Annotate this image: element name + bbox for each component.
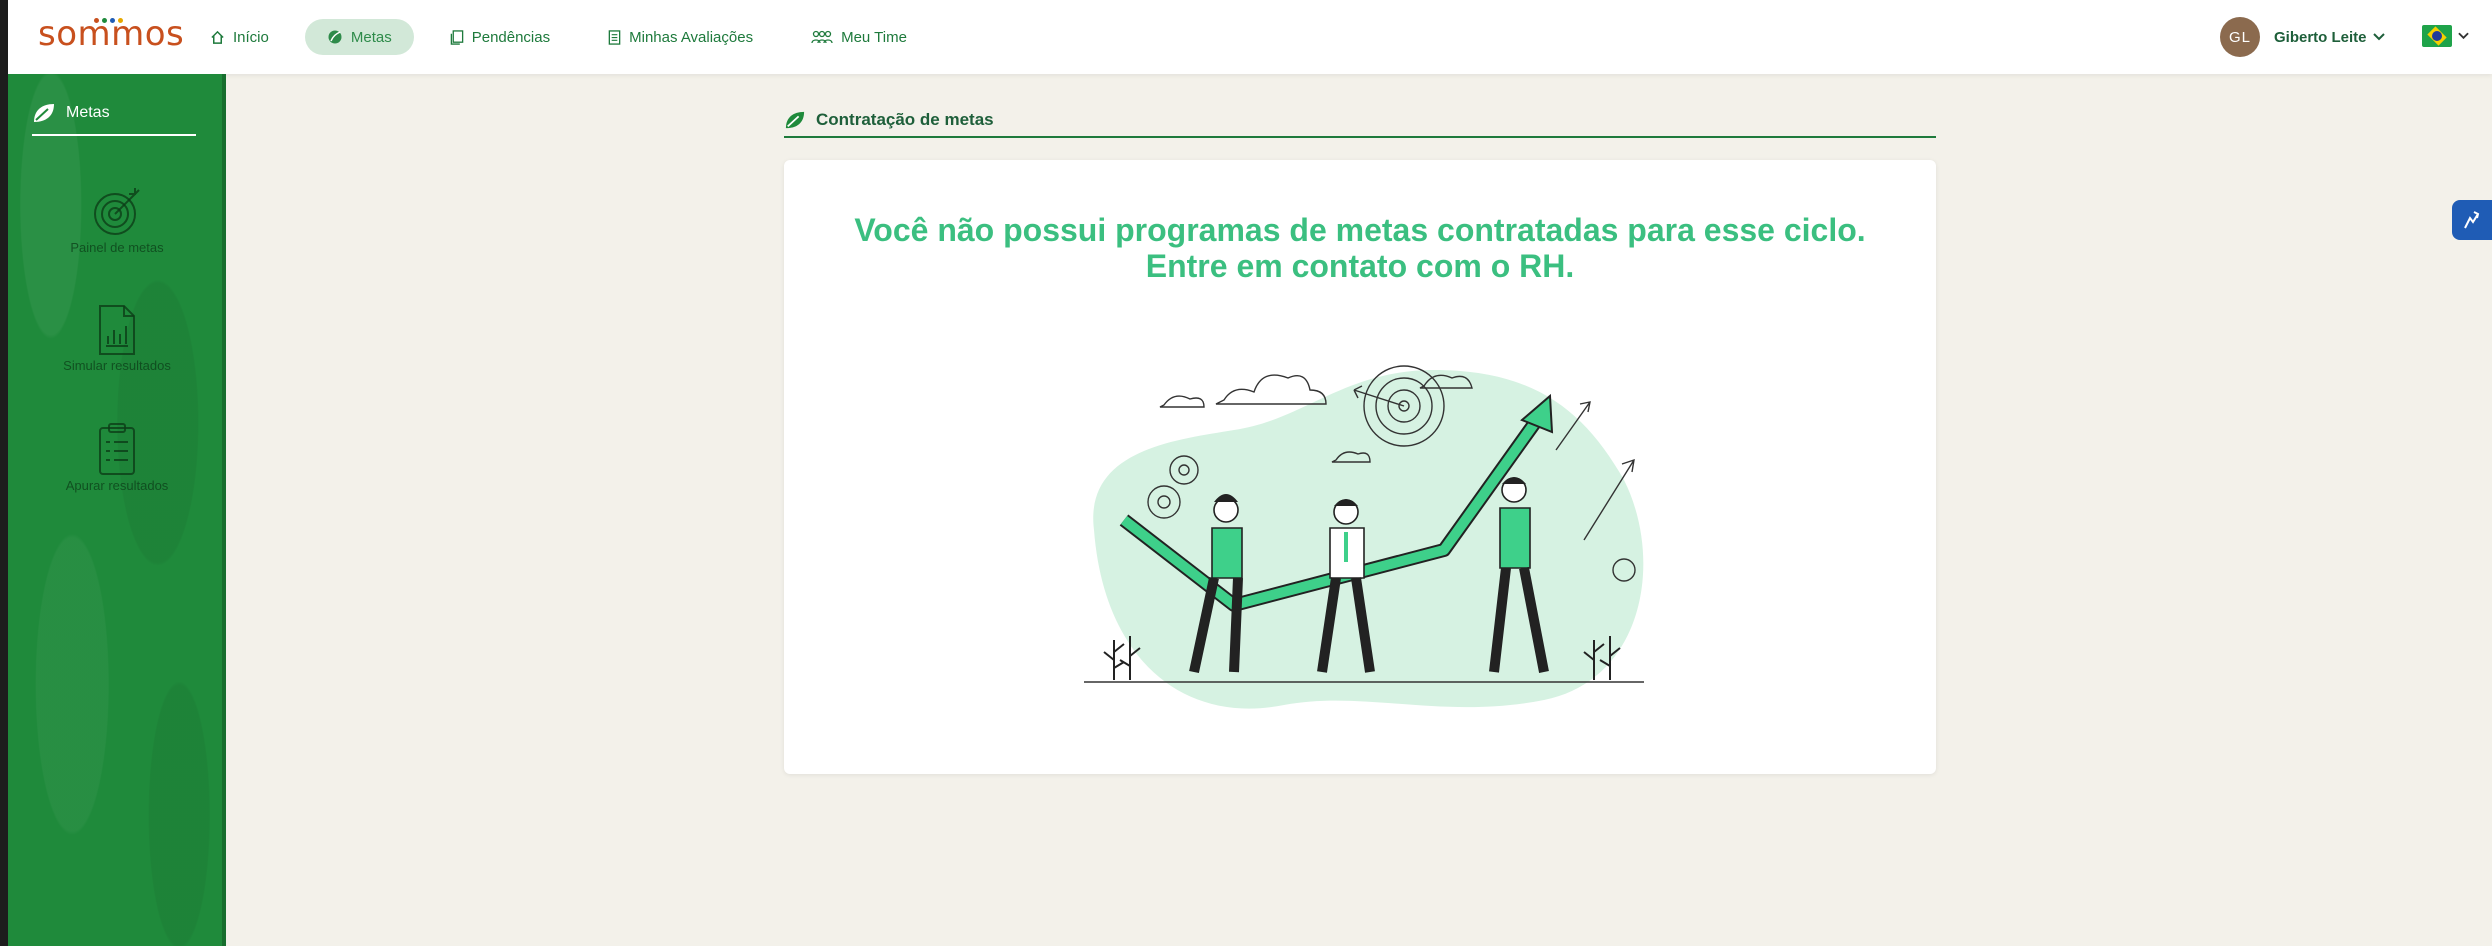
team-icon <box>811 30 833 44</box>
leaf-icon <box>34 104 54 122</box>
sidebar-item-label: Apurar resultados <box>65 478 169 493</box>
sidebar-item-simular-resultados[interactable]: Simular resultados <box>8 304 226 373</box>
documents-icon <box>450 29 463 45</box>
nav-item-minhas-avaliacoes[interactable]: Minhas Avaliações <box>586 19 775 55</box>
home-icon <box>211 30 224 44</box>
nav-item-label: Meu Time <box>841 28 907 46</box>
sign-language-icon <box>2464 211 2480 229</box>
window-left-edge <box>0 0 8 946</box>
leaf-target-icon <box>328 30 342 44</box>
section-title: Contratação de metas <box>816 110 994 129</box>
top-navbar: sommos Início Metas Pendências Minhas Av… <box>8 0 2492 74</box>
chevron-down-icon[interactable] <box>2372 33 2385 41</box>
user-menu[interactable]: GL Giberto Leite <box>2220 17 2385 57</box>
nav-item-inicio[interactable]: Início <box>188 19 291 55</box>
nav-item-metas[interactable]: Metas <box>304 19 414 55</box>
user-name[interactable]: Giberto Leite <box>2274 29 2367 46</box>
nav-item-label: Início <box>233 28 269 46</box>
nav-item-label: Metas <box>350 28 392 46</box>
avatar[interactable]: GL <box>2220 17 2260 57</box>
chevron-down-icon[interactable] <box>2458 32 2469 40</box>
logo-dots <box>92 18 132 26</box>
section-header: Contratação de metas <box>784 104 1936 138</box>
sidebar-title: Metas <box>66 104 110 121</box>
empty-state-card: Você não possui programas de metas contr… <box>784 160 1936 774</box>
nav-item-pendencias[interactable]: Pendências <box>428 19 572 55</box>
team-growth-illustration <box>1084 365 1644 709</box>
sidebar: Metas Painel de metas Simular resultados… <box>8 74 226 946</box>
sidebar-item-label: Simular resultados <box>63 358 171 373</box>
nav-item-label: Pendências <box>471 28 551 46</box>
chart-document-icon <box>99 305 135 355</box>
brazil-flag-icon <box>2422 25 2452 47</box>
sidebar-item-apurar-resultados[interactable]: Apurar resultados <box>8 422 226 493</box>
empty-state-message: Você não possui programas de metas contr… <box>854 212 1866 284</box>
main-nav: Início Metas Pendências Minhas Avaliaçõe… <box>188 19 943 55</box>
accessibility-widget-button[interactable] <box>2452 200 2492 240</box>
sidebar-item-painel-de-metas[interactable]: Painel de metas <box>8 186 226 255</box>
clipboard-list-icon <box>99 423 135 475</box>
sidebar-item-label: Painel de metas <box>70 240 164 255</box>
clipboard-icon <box>608 29 621 45</box>
nav-item-meu-time[interactable]: Meu Time <box>789 19 929 55</box>
target-icon <box>94 188 140 235</box>
nav-item-label: Minhas Avaliações <box>629 28 754 46</box>
sidebar-header[interactable]: Metas <box>32 102 196 136</box>
leaf-icon <box>785 111 805 129</box>
language-selector[interactable] <box>2422 25 2469 47</box>
